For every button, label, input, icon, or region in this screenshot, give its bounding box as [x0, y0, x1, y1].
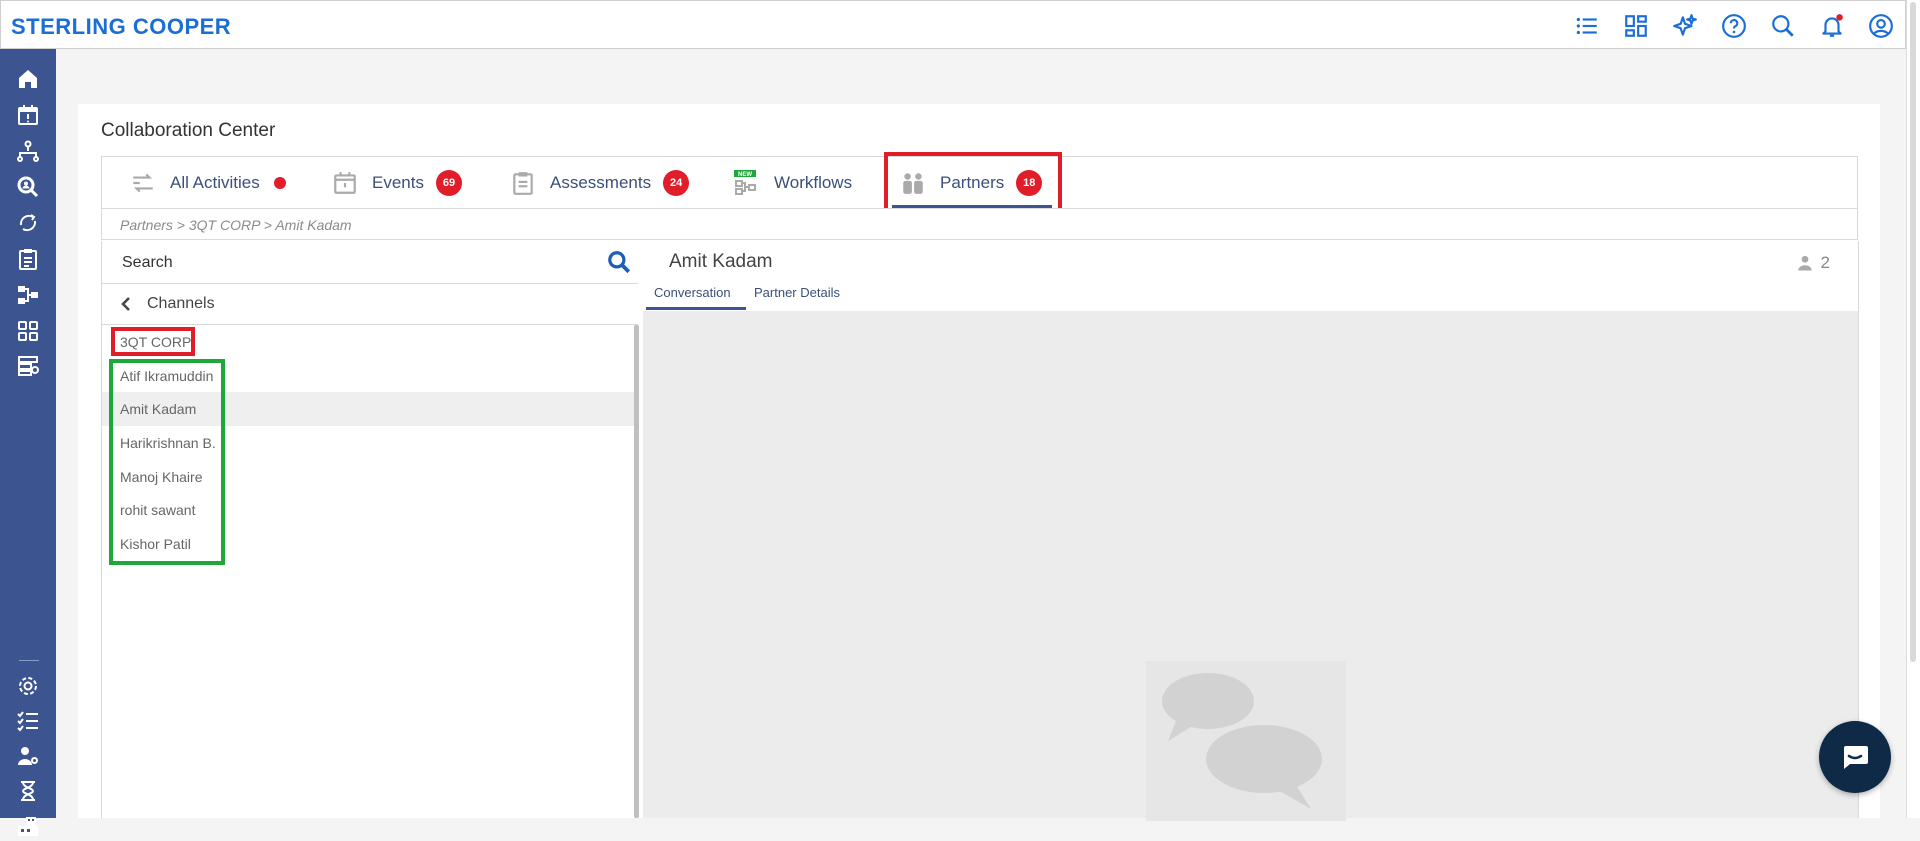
member-name: Harikrishnan B.: [120, 435, 216, 451]
active-subtab-indicator: [646, 307, 746, 310]
tab-label: Partners: [940, 173, 1005, 192]
breadcrumb: Partners > 3QT CORP > Amit Kadam: [120, 217, 352, 233]
search-icon[interactable]: [1758, 1, 1807, 50]
tab-label: Events: [372, 173, 424, 192]
list-item-selected[interactable]: Amit Kadam: [102, 392, 634, 426]
top-bar: STERLING COOPER: [0, 0, 1906, 49]
channel-panel: Channels 3QT CORP Atif Ikramuddin Amit K…: [101, 241, 639, 818]
chat-icon: [1844, 746, 1868, 769]
tab-label: Workflows: [774, 173, 853, 192]
list-item[interactable]: rohit sawant: [102, 493, 634, 527]
company-name: 3QT CORP: [120, 334, 192, 350]
search-icon[interactable]: [606, 249, 632, 275]
list-item-company[interactable]: 3QT CORP: [102, 325, 634, 359]
clipboard-icon: [513, 172, 533, 195]
channel-list-scrollbar[interactable]: [634, 325, 639, 818]
page-scrollbar-thumb[interactable]: [1910, 2, 1916, 662]
chevron-left-icon: [121, 297, 130, 311]
sidebar-divider: [19, 660, 39, 661]
member-name: Manoj Khaire: [120, 469, 203, 485]
channels-label: Channels: [147, 295, 215, 312]
conversation-title: Amit Kadam: [669, 251, 773, 272]
home-icon[interactable]: [0, 64, 56, 94]
partners-icon: [903, 173, 923, 194]
app-logo[interactable]: STERLING COOPER: [11, 14, 231, 40]
workflow-icon[interactable]: [0, 280, 56, 310]
member-name: Amit Kadam: [120, 401, 197, 417]
tab-label: Assessments: [550, 173, 652, 192]
hourglass-icon[interactable]: [0, 776, 56, 806]
tab-assessments[interactable]: Assessments 24: [510, 157, 690, 209]
checklist-icon[interactable]: [0, 706, 56, 736]
user-settings-icon[interactable]: [0, 741, 56, 771]
tab-partner-details[interactable]: Partner Details: [754, 285, 840, 300]
bell-icon[interactable]: [1807, 1, 1856, 50]
count-badge: 24: [663, 170, 690, 196]
chat-bubbles-icon: [1146, 661, 1346, 821]
list-item[interactable]: Atif Ikramuddin: [102, 359, 634, 393]
list-item[interactable]: Manoj Khaire: [102, 460, 634, 494]
participant-count[interactable]: 2: [1796, 253, 1830, 273]
apps-icon[interactable]: [0, 316, 56, 346]
search-row: [102, 241, 638, 284]
count-badge: 18: [1016, 170, 1043, 196]
dashboard-icon[interactable]: [1611, 1, 1660, 50]
user-circle-icon[interactable]: [1856, 1, 1905, 50]
calendar-icon[interactable]: [0, 100, 56, 130]
search-input[interactable]: [120, 249, 584, 277]
calendar-icon: [334, 172, 356, 194]
member-name: rohit sawant: [120, 502, 196, 518]
cycle-icon[interactable]: [0, 208, 56, 238]
gear-icon[interactable]: [0, 671, 56, 701]
top-icons: [1562, 1, 1905, 50]
conversation-area: [643, 311, 1858, 821]
channels-back-row[interactable]: Channels: [102, 284, 638, 325]
tab-workflows[interactable]: NEW Workflows: [734, 157, 852, 209]
chat-support-button[interactable]: [1819, 721, 1891, 793]
participant-count-value: 2: [1820, 253, 1830, 272]
breadcrumb-bar: Partners > 3QT CORP > Amit Kadam: [101, 208, 1858, 240]
new-tag: NEW: [738, 172, 752, 178]
settings-stack-icon[interactable]: [0, 350, 56, 380]
conversation-panel: Amit Kadam 2 Conversation Partner Detail…: [643, 241, 1859, 821]
member-name: Kishor Patil: [120, 536, 191, 552]
help-icon[interactable]: [1709, 1, 1758, 50]
search-user-icon[interactable]: [0, 172, 56, 202]
list-item[interactable]: Kishor Patil: [102, 527, 634, 561]
count-badge: 69: [435, 170, 462, 196]
person-icon: [1797, 255, 1812, 271]
list-icon[interactable]: [1562, 1, 1611, 50]
page-scrollbar[interactable]: [1906, 0, 1920, 818]
activities-icon: [133, 173, 153, 193]
tab-partners[interactable]: Partners 18: [900, 157, 1043, 209]
hierarchy-icon[interactable]: [0, 136, 56, 166]
tab-events[interactable]: Events 69: [332, 157, 462, 209]
building-icon[interactable]: [0, 811, 56, 841]
tab-label: All Activities: [170, 173, 260, 192]
list-item[interactable]: Harikrishnan B.: [102, 426, 634, 460]
tab-conversation[interactable]: Conversation: [654, 285, 731, 300]
workflow-new-icon: NEW: [734, 170, 756, 195]
page-title: Collaboration Center: [101, 120, 276, 141]
member-name: Atif Ikramuddin: [120, 368, 214, 384]
unread-dot: [273, 177, 286, 189]
sidebar: [0, 49, 56, 836]
clipboard-icon[interactable]: [0, 244, 56, 274]
tab-bar: All Activities Events 69 Assessments 24 …: [101, 156, 1858, 208]
sparkle-icon[interactable]: [1660, 1, 1709, 50]
tab-all-activities[interactable]: All Activities: [130, 157, 286, 209]
